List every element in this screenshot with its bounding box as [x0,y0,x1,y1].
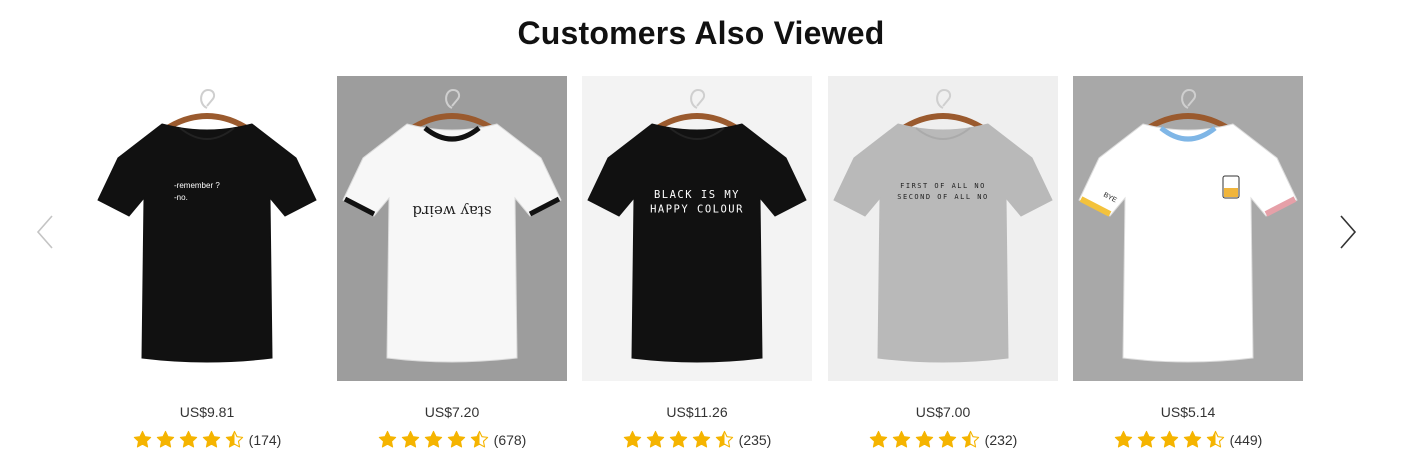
star-full-icon [869,430,887,448]
star-full-icon [1183,430,1201,448]
product-image: BYE [1073,76,1303,381]
star-full-icon [623,430,641,448]
star-full-icon [424,430,442,448]
product-carousel: -remember ? -no. US$9.81 (174) stay weird US$… [0,76,1402,466]
shirt-print-text: BLACK IS MY [654,189,740,201]
product-image-link[interactable]: -remember ? -no. [92,76,322,381]
product-card[interactable]: FIRST OF ALL NO SECOND OF ALL NO US$7.00 (2… [828,76,1058,461]
star-full-icon [1137,430,1155,448]
product-image-link[interactable]: BYE [1073,76,1303,381]
product-image-link[interactable]: stay weird [337,76,567,381]
review-count[interactable]: (449) [1230,432,1263,448]
review-count[interactable]: (174) [249,432,282,448]
star-full-icon [938,430,956,448]
star-full-icon [692,430,710,448]
product-rating: (449) [1073,430,1303,449]
product-price: US$7.00 [915,404,971,420]
star-full-icon [892,430,910,448]
shirt-print-text: FIRST OF ALL NO [900,182,986,190]
star-half-icon [470,430,488,448]
review-count[interactable]: (235) [739,432,772,448]
star-full-icon [156,430,174,448]
product-image-link[interactable]: FIRST OF ALL NO SECOND OF ALL NO [828,76,1058,381]
star-half-icon [1206,430,1224,448]
star-full-icon [401,430,419,448]
review-count[interactable]: (232) [985,432,1018,448]
shirt-print-text: -remember ? [174,181,220,190]
star-full-icon [378,430,396,448]
star-full-icon [179,430,197,448]
product-image-link[interactable]: BLACK IS MY HAPPY COLOUR [582,76,812,381]
star-full-icon [1160,430,1178,448]
section-title: Customers Also Viewed [517,15,885,51]
star-full-icon [915,430,933,448]
review-count[interactable]: (678) [494,432,527,448]
product-card[interactable]: BLACK IS MY HAPPY COLOUR US$11.26 (235) [582,76,812,461]
product-rating: (235) [582,430,812,449]
product-price: US$9.81 [179,404,235,420]
star-full-icon [447,430,465,448]
star-half-icon [225,430,243,448]
product-image: -remember ? -no. [92,76,322,381]
product-image: stay weird [337,76,567,381]
shirt-print-text: stay weird [412,202,492,220]
shirt-print-text: SECOND OF ALL NO [897,193,988,201]
star-half-icon [961,430,979,448]
product-card[interactable]: BYE US$5.14 (449) [1073,76,1303,461]
product-card[interactable]: stay weird US$7.20 (678) [337,76,567,461]
product-rating: (174) [92,430,322,449]
star-full-icon [646,430,664,448]
star-full-icon [202,430,220,448]
product-image: FIRST OF ALL NO SECOND OF ALL NO [828,76,1058,381]
shirt-print-text: HAPPY COLOUR [650,204,744,216]
shirt-print-text: -no. [174,193,188,202]
rating-stars [869,430,980,449]
rating-stars [623,430,734,449]
rating-stars [378,430,489,449]
product-price: US$7.20 [424,404,480,420]
star-half-icon [715,430,733,448]
product-image: BLACK IS MY HAPPY COLOUR [582,76,812,381]
product-rating: (232) [828,430,1058,449]
product-price: US$5.14 [1160,404,1216,420]
star-full-icon [133,430,151,448]
star-full-icon [1114,430,1132,448]
star-full-icon [669,430,687,448]
rating-stars [1114,430,1225,449]
product-price: US$11.26 [666,404,728,420]
product-rating: (678) [337,430,567,449]
rating-stars [133,430,244,449]
product-card[interactable]: -remember ? -no. US$9.81 (174) [92,76,322,461]
